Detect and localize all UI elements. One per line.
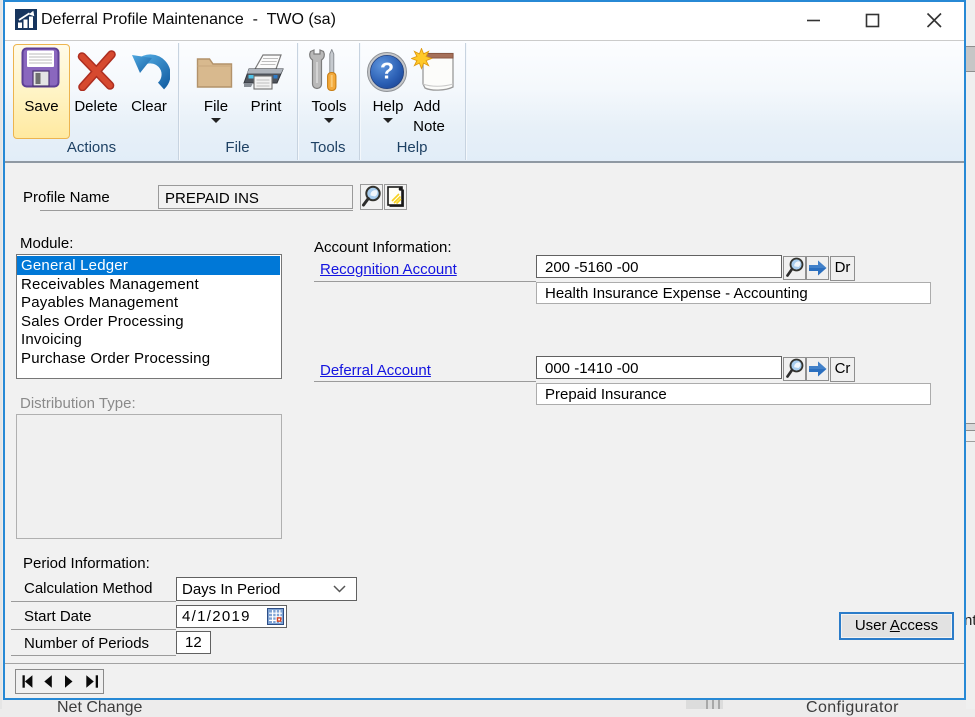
svg-text:?: ? (380, 58, 394, 84)
